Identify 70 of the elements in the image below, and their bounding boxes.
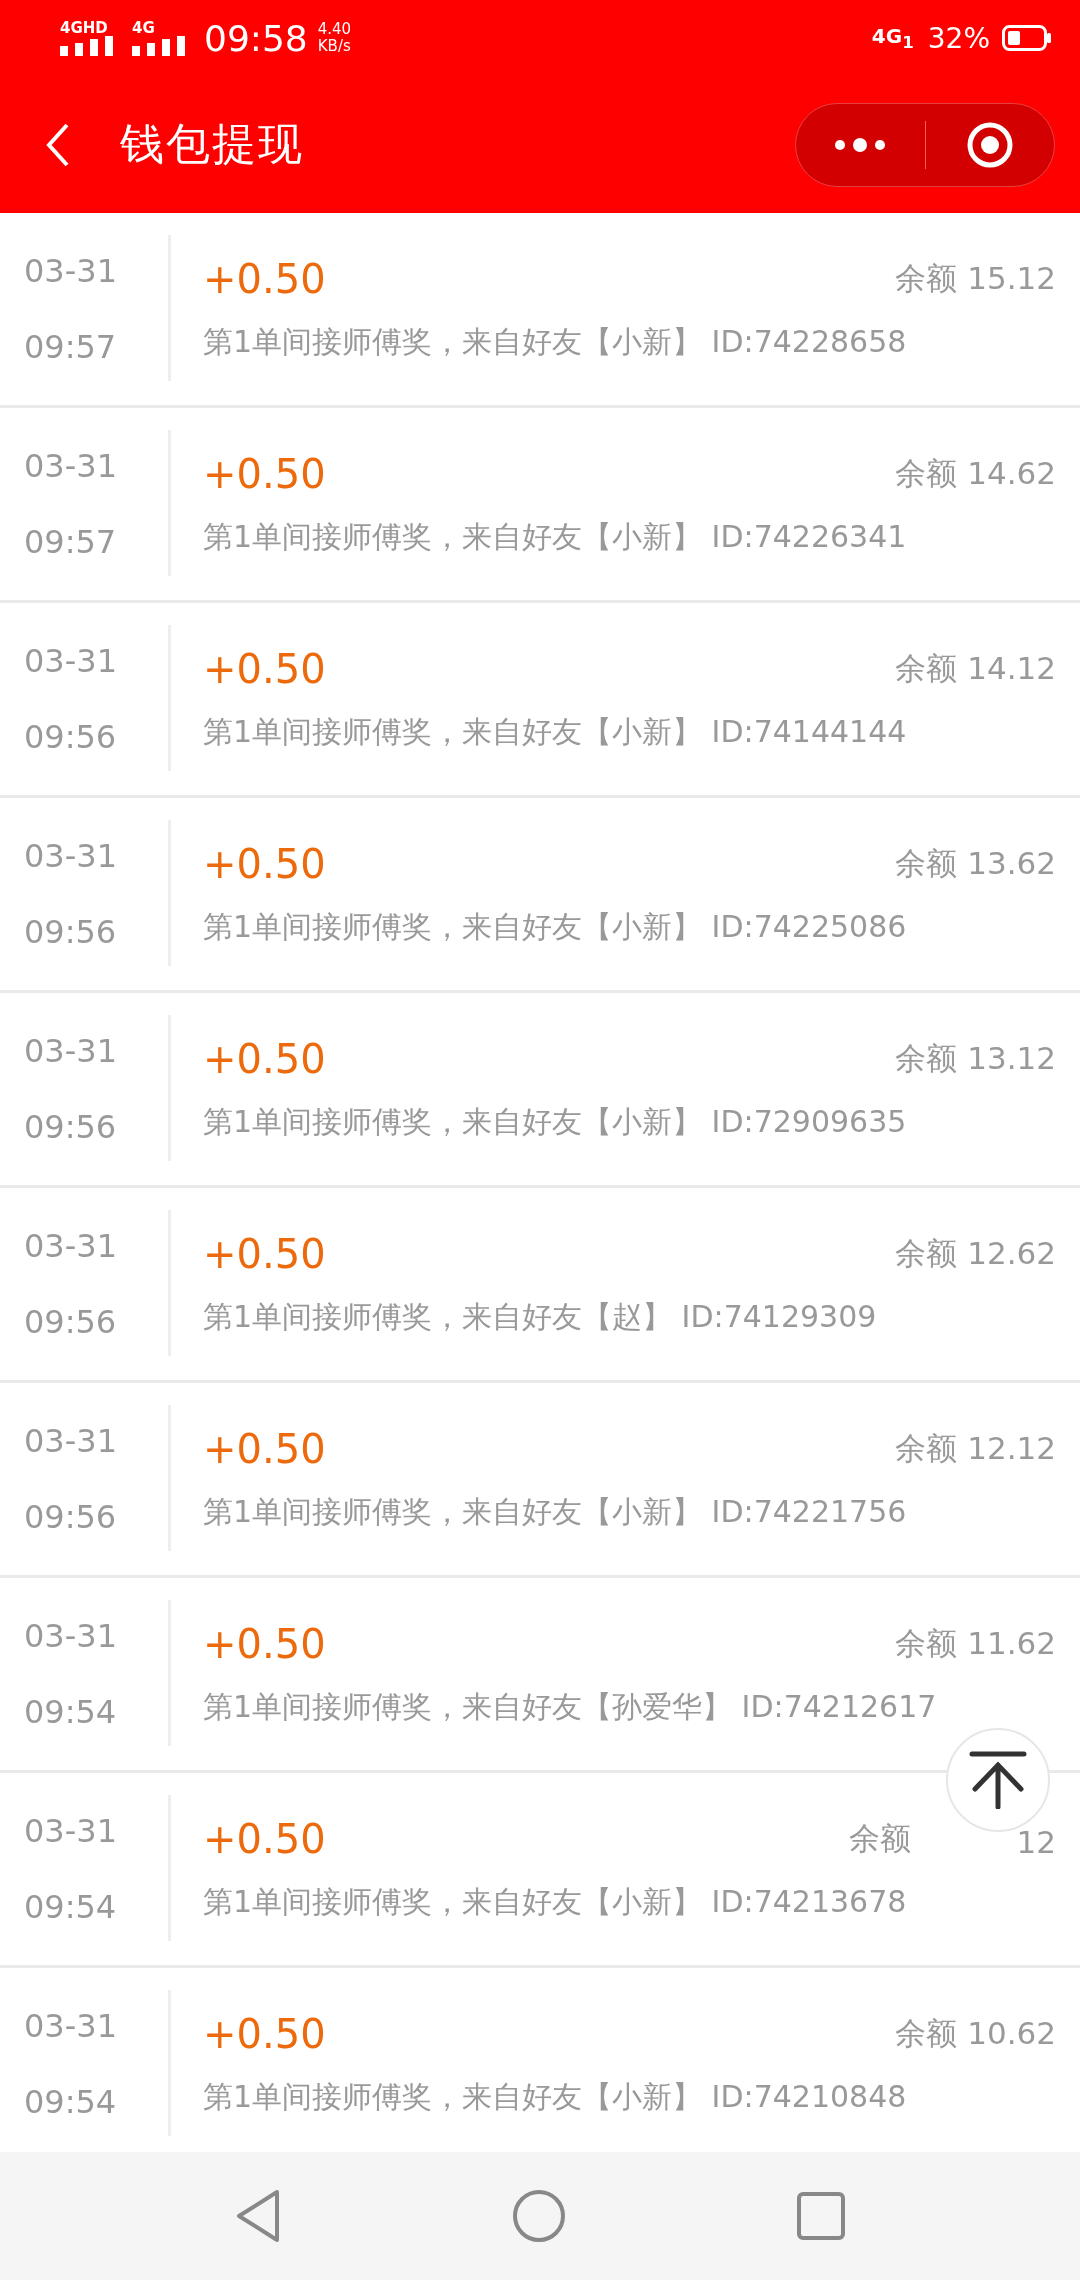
record-date: 03-31 bbox=[24, 447, 118, 485]
balance-text: 余额 bbox=[848, 1818, 911, 1858]
record-time: 09:56 bbox=[24, 1108, 118, 1146]
back-icon bbox=[46, 122, 70, 167]
amount-text: +0.50 bbox=[203, 1425, 326, 1472]
balance-text: 余额 10.62 bbox=[895, 2013, 1056, 2053]
record-description: 第1单间接师傅奖，来自好友【小新】 ID:74226341 bbox=[203, 517, 908, 556]
back-triangle-icon bbox=[235, 2189, 282, 2243]
record-description: 第1单间接师傅奖，来自好友【小新】 ID:74228658 bbox=[203, 322, 908, 361]
record-time: 09:54 bbox=[24, 1888, 118, 1926]
network-label: 4G bbox=[132, 20, 155, 36]
record-description: 第1单间接师傅奖，来自好友【小新】 ID:74225086 bbox=[203, 907, 908, 946]
balance-text: 余额 12.12 bbox=[895, 1428, 1056, 1468]
amount-text: +0.50 bbox=[203, 1815, 326, 1862]
record-date: 03-31 bbox=[24, 642, 118, 680]
balance-text: 余额 14.62 bbox=[895, 453, 1056, 493]
balance-text: 余额 13.12 bbox=[895, 1038, 1056, 1078]
amount-text: +0.50 bbox=[203, 1035, 326, 1082]
amount-text: +0.50 bbox=[203, 1620, 326, 1667]
balance-text: 12 bbox=[1016, 1823, 1056, 1862]
record-date: 03-31 bbox=[24, 252, 118, 290]
battery-percent: 32% bbox=[927, 21, 990, 55]
clock-time: 09:58 bbox=[204, 17, 308, 59]
home-button[interactable] bbox=[512, 2189, 566, 2243]
record-description: 第1单间接师傅奖，来自好友【小新】 ID:74144144 bbox=[203, 712, 908, 751]
record-date: 03-31 bbox=[24, 837, 118, 875]
record-description: 第1单间接师傅奖，来自好友【小新】 ID:74221756 bbox=[203, 1492, 908, 1531]
record-description: 第1单间接师傅奖，来自好友【小新】 ID:74213678 bbox=[203, 1882, 908, 1921]
record-time: 09:54 bbox=[24, 1693, 118, 1731]
record-date: 03-31 bbox=[24, 1617, 118, 1655]
amount-text: +0.50 bbox=[203, 450, 326, 497]
home-circle-icon bbox=[512, 2189, 566, 2243]
amount-text: +0.50 bbox=[203, 255, 326, 302]
ring-icon bbox=[965, 120, 1014, 169]
record-description: 第1单间接师傅奖，来自好友【赵】 ID:74129309 bbox=[203, 1297, 878, 1336]
record-description: 第1单间接师傅奖，来自好友【小新】 ID:72909635 bbox=[203, 1102, 908, 1141]
speed-unit: KB/s bbox=[317, 38, 352, 55]
record-time: 09:54 bbox=[24, 2083, 118, 2121]
battery-icon bbox=[1002, 25, 1052, 51]
recents-button[interactable] bbox=[796, 2192, 845, 2240]
speed-value: 4.40 bbox=[317, 21, 352, 38]
balance-text: 余额 15.12 bbox=[895, 258, 1056, 298]
up-arrow-icon bbox=[969, 1751, 1027, 1809]
balance-text: 余额 14.12 bbox=[895, 648, 1056, 688]
record-time: 09:57 bbox=[24, 523, 118, 561]
back-nav-button[interactable] bbox=[235, 2189, 282, 2243]
balance-text: 余额 12.62 bbox=[895, 1233, 1056, 1273]
record-time: 09:57 bbox=[24, 328, 118, 366]
balance-text: 余额 13.62 bbox=[895, 843, 1056, 883]
record-date: 03-31 bbox=[24, 1227, 118, 1265]
amount-text: +0.50 bbox=[203, 2010, 326, 2057]
network-label: 4G$_{1}$ bbox=[871, 24, 914, 52]
record-description: 第1单间接师傅奖，来自好友【小新】 ID:74210848 bbox=[203, 2077, 908, 2116]
record-time: 09:56 bbox=[24, 1303, 118, 1341]
record-date: 03-31 bbox=[24, 1032, 118, 1070]
page-title: 钱包提现 bbox=[120, 117, 305, 171]
amount-text: +0.50 bbox=[203, 1230, 326, 1277]
network-label: 4GHD bbox=[60, 20, 108, 36]
amount-text: +0.50 bbox=[203, 840, 326, 887]
record-time: 09:56 bbox=[24, 718, 118, 756]
record-time: 09:56 bbox=[24, 913, 118, 951]
record-time: 09:56 bbox=[24, 1498, 118, 1536]
record-description: 第1单间接师傅奖，来自好友【孙爱华】 ID:74212617 bbox=[203, 1687, 938, 1726]
more-icon bbox=[834, 136, 887, 153]
balance-text: 余额 11.62 bbox=[895, 1623, 1056, 1663]
amount-text: +0.50 bbox=[203, 645, 326, 692]
record-date: 03-31 bbox=[24, 2007, 118, 2045]
recents-square-icon bbox=[796, 2192, 845, 2240]
record-date: 03-31 bbox=[24, 1422, 118, 1460]
record-date: 03-31 bbox=[24, 1812, 118, 1850]
